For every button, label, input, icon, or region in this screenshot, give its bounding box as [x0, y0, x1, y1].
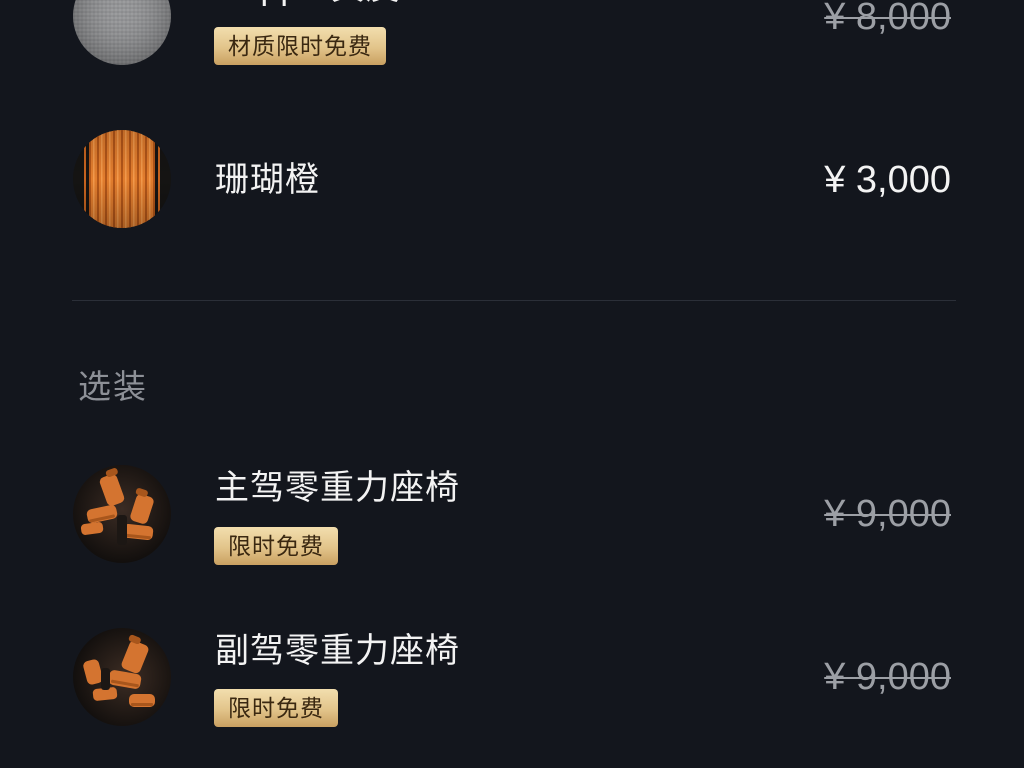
passenger-seat-photo [73, 628, 171, 726]
item-title: 主驾零重力座椅 [215, 469, 460, 507]
option-item-driver-seat[interactable]: 主驾零重力座椅 限时免费 ¥ 9,000 [0, 455, 1024, 575]
item-price: ¥ 8,000 [824, 0, 951, 38]
options-section-title: 选装 [78, 368, 148, 405]
trim-item-coral-orange[interactable]: 珊瑚橙 ¥ 3,000 [0, 120, 1024, 240]
trim-item-nappa-leather[interactable]: Nappa 真皮 材质限时免费 ¥ 8,000 [0, 0, 1024, 80]
item-title: Nappa 真皮 [215, 0, 401, 8]
promo-badge: 限时免费 [214, 527, 338, 565]
option-item-passenger-seat[interactable]: 副驾零重力座椅 限时免费 ¥ 9,000 [0, 618, 1024, 738]
item-price: ¥ 9,000 [824, 656, 951, 698]
promo-badge: 材质限时免费 [214, 27, 386, 65]
gray-leather-swatch-image [73, 0, 171, 65]
promo-badge: 限时免费 [214, 689, 338, 727]
item-price: ¥ 9,000 [824, 493, 951, 535]
section-divider [72, 300, 956, 301]
item-title: 珊瑚橙 [215, 161, 320, 199]
item-title: 副驾零重力座椅 [215, 632, 460, 670]
driver-seat-photo [73, 465, 171, 563]
coral-orange-leather-swatch-image [73, 130, 171, 228]
item-price: ¥ 3,000 [824, 159, 951, 201]
